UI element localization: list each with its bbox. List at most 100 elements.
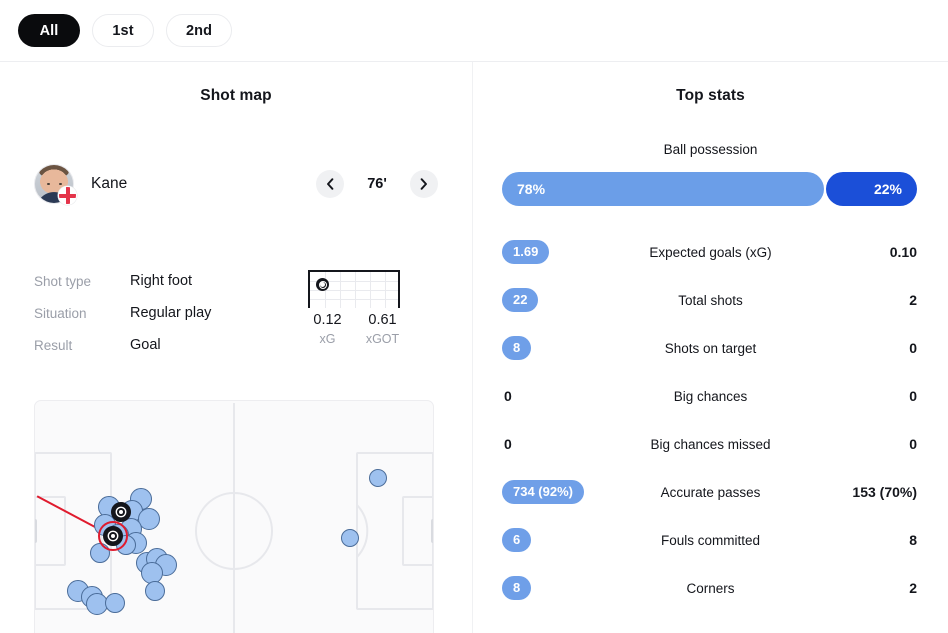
top-stats-panel: Top stats Ball possession 78% 22% 1.69 E… — [473, 62, 948, 633]
shot-type-label: Shot type — [34, 273, 92, 289]
xg-label: xG — [319, 332, 336, 346]
tab-first-half[interactable]: 1st — [92, 14, 154, 47]
stat-home-side: 6 — [502, 527, 614, 553]
england-flag-icon — [58, 186, 77, 205]
stat-name: Shots on target — [664, 340, 757, 356]
shot-dot[interactable] — [341, 529, 359, 547]
shot-player-row: Kane 76' — [0, 158, 472, 210]
goal-frame-diagram — [308, 270, 400, 308]
possession-away-segment: 22% — [826, 172, 917, 206]
shot-dot[interactable] — [105, 593, 125, 613]
stat-row-total-shots: 22 Total shots 2 — [473, 276, 948, 324]
stat-away-side: 2 — [807, 288, 919, 312]
shot-type-value: Right foot — [130, 273, 193, 289]
avatar[interactable] — [34, 164, 77, 205]
tab-all[interactable]: All — [18, 14, 80, 47]
shot-dot[interactable] — [145, 581, 165, 601]
stat-home-value: 0 — [504, 388, 512, 404]
pitch-shot-map[interactable] — [34, 400, 434, 633]
top-stats-title: Top stats — [676, 87, 745, 104]
stat-row-accurate-passes: 734 (92%) Accurate passes 153 (70%) — [473, 468, 948, 516]
xg-summary: 0.12 xG 0.61 xGOT — [300, 312, 410, 346]
stat-away-side: 153 (70%) — [807, 480, 919, 504]
stat-name: Fouls committed — [660, 532, 761, 548]
stat-away-side: 0 — [807, 384, 919, 408]
stat-home-side: 22 — [502, 287, 614, 313]
stat-home-side: 1.69 — [502, 239, 614, 265]
stat-away-value: 0 — [909, 436, 917, 452]
situation-label: Situation — [34, 305, 87, 321]
stat-name: Big chances missed — [650, 436, 771, 452]
stat-row-fouls-committed: 6 Fouls committed 8 — [473, 516, 948, 564]
shot-dot[interactable] — [369, 469, 387, 487]
chevron-right-icon — [420, 178, 427, 190]
ball-possession-bar: 78% 22% — [502, 172, 917, 206]
stat-home-side: 0 — [502, 384, 614, 408]
stat-home-value: 1.69 — [502, 239, 550, 265]
tab-second-half-label: 2nd — [186, 22, 213, 39]
tab-first-half-label: 1st — [112, 22, 134, 39]
shot-map-panel: Shot map Kane 76' Shot type Right foot S… — [0, 62, 472, 633]
stat-name: Corners — [686, 580, 735, 596]
prev-shot-button[interactable] — [316, 170, 344, 198]
shot-detail-row: Result Goal — [34, 329, 294, 361]
stat-home-value: 8 — [502, 575, 532, 601]
stat-name: Accurate passes — [660, 484, 761, 500]
stat-away-side: 2 — [807, 576, 919, 600]
tab-all-label: All — [39, 22, 59, 39]
xg-value: 0.12 — [313, 312, 342, 328]
stat-row-big-chances: 0 Big chances 0 — [473, 372, 948, 420]
stat-away-value: 8 — [909, 532, 917, 548]
possession-away-value: 22% — [873, 181, 902, 197]
goal-frame — [308, 270, 400, 308]
stat-home-side: 8 — [502, 575, 614, 601]
xgot-label: xGOT — [365, 332, 400, 346]
goal-dot[interactable] — [111, 502, 131, 522]
shot-nav: 76' — [316, 170, 438, 198]
result-value: Goal — [130, 337, 161, 353]
stat-home-value: 0 — [504, 436, 512, 452]
stat-away-side: 0 — [807, 336, 919, 360]
stat-home-value: 22 — [502, 287, 539, 313]
avatar-eye-right — [59, 183, 62, 185]
stat-away-value: 0 — [909, 388, 917, 404]
net-line — [310, 299, 398, 300]
shot-detail-row: Situation Regular play — [34, 297, 294, 329]
stat-home-value: 6 — [502, 527, 532, 553]
stat-name: Big chances — [673, 388, 748, 404]
situation-value: Regular play — [130, 305, 212, 321]
chevron-left-icon — [327, 178, 334, 190]
next-shot-button[interactable] — [410, 170, 438, 198]
stat-row-corners: 8 Corners 2 — [473, 564, 948, 612]
stat-name: Expected goals (xG) — [649, 244, 772, 260]
possession-home-segment: 78% — [502, 172, 824, 206]
tab-second-half[interactable]: 2nd — [166, 14, 233, 47]
player-name: Kane — [91, 175, 128, 192]
stat-away-value: 153 (70%) — [852, 484, 917, 500]
stat-away-side: 0 — [807, 432, 919, 456]
shot-detail-row: Shot type Right foot — [34, 265, 294, 297]
stat-home-value: 734 (92%) — [502, 479, 584, 505]
stat-away-value: 2 — [909, 292, 917, 308]
shot-details-table: Shot type Right foot Situation Regular p… — [34, 265, 294, 361]
avatar-eye-left — [47, 183, 50, 185]
period-tabbar: All 1st 2nd — [0, 0, 948, 62]
stat-away-value: 0 — [909, 340, 917, 356]
match-stats-screen: All 1st 2nd Shot map Kane 76' Shot type … — [0, 0, 948, 633]
xg-cell: 0.12 xG — [300, 312, 355, 346]
stat-away-value: 2 — [909, 580, 917, 596]
shot-placement-marker — [316, 278, 329, 291]
flag-cross-horizontal — [59, 194, 76, 198]
stat-row-shots-on-target: 8 Shots on target 0 — [473, 324, 948, 372]
result-label: Result — [34, 337, 73, 353]
stat-home-side: 0 — [502, 432, 614, 456]
stat-home-value: 8 — [502, 335, 532, 361]
stat-home-side: 734 (92%) — [502, 479, 614, 505]
stat-row-expected-goals: 1.69 Expected goals (xG) 0.10 — [473, 228, 948, 276]
possession-home-value: 78% — [517, 181, 546, 197]
shot-minute: 76' — [367, 176, 387, 192]
stat-away-side: 0.10 — [807, 240, 919, 264]
stat-home-side: 8 — [502, 335, 614, 361]
stat-away-value: 0.10 — [889, 244, 917, 260]
shot-map-title: Shot map — [200, 87, 272, 104]
